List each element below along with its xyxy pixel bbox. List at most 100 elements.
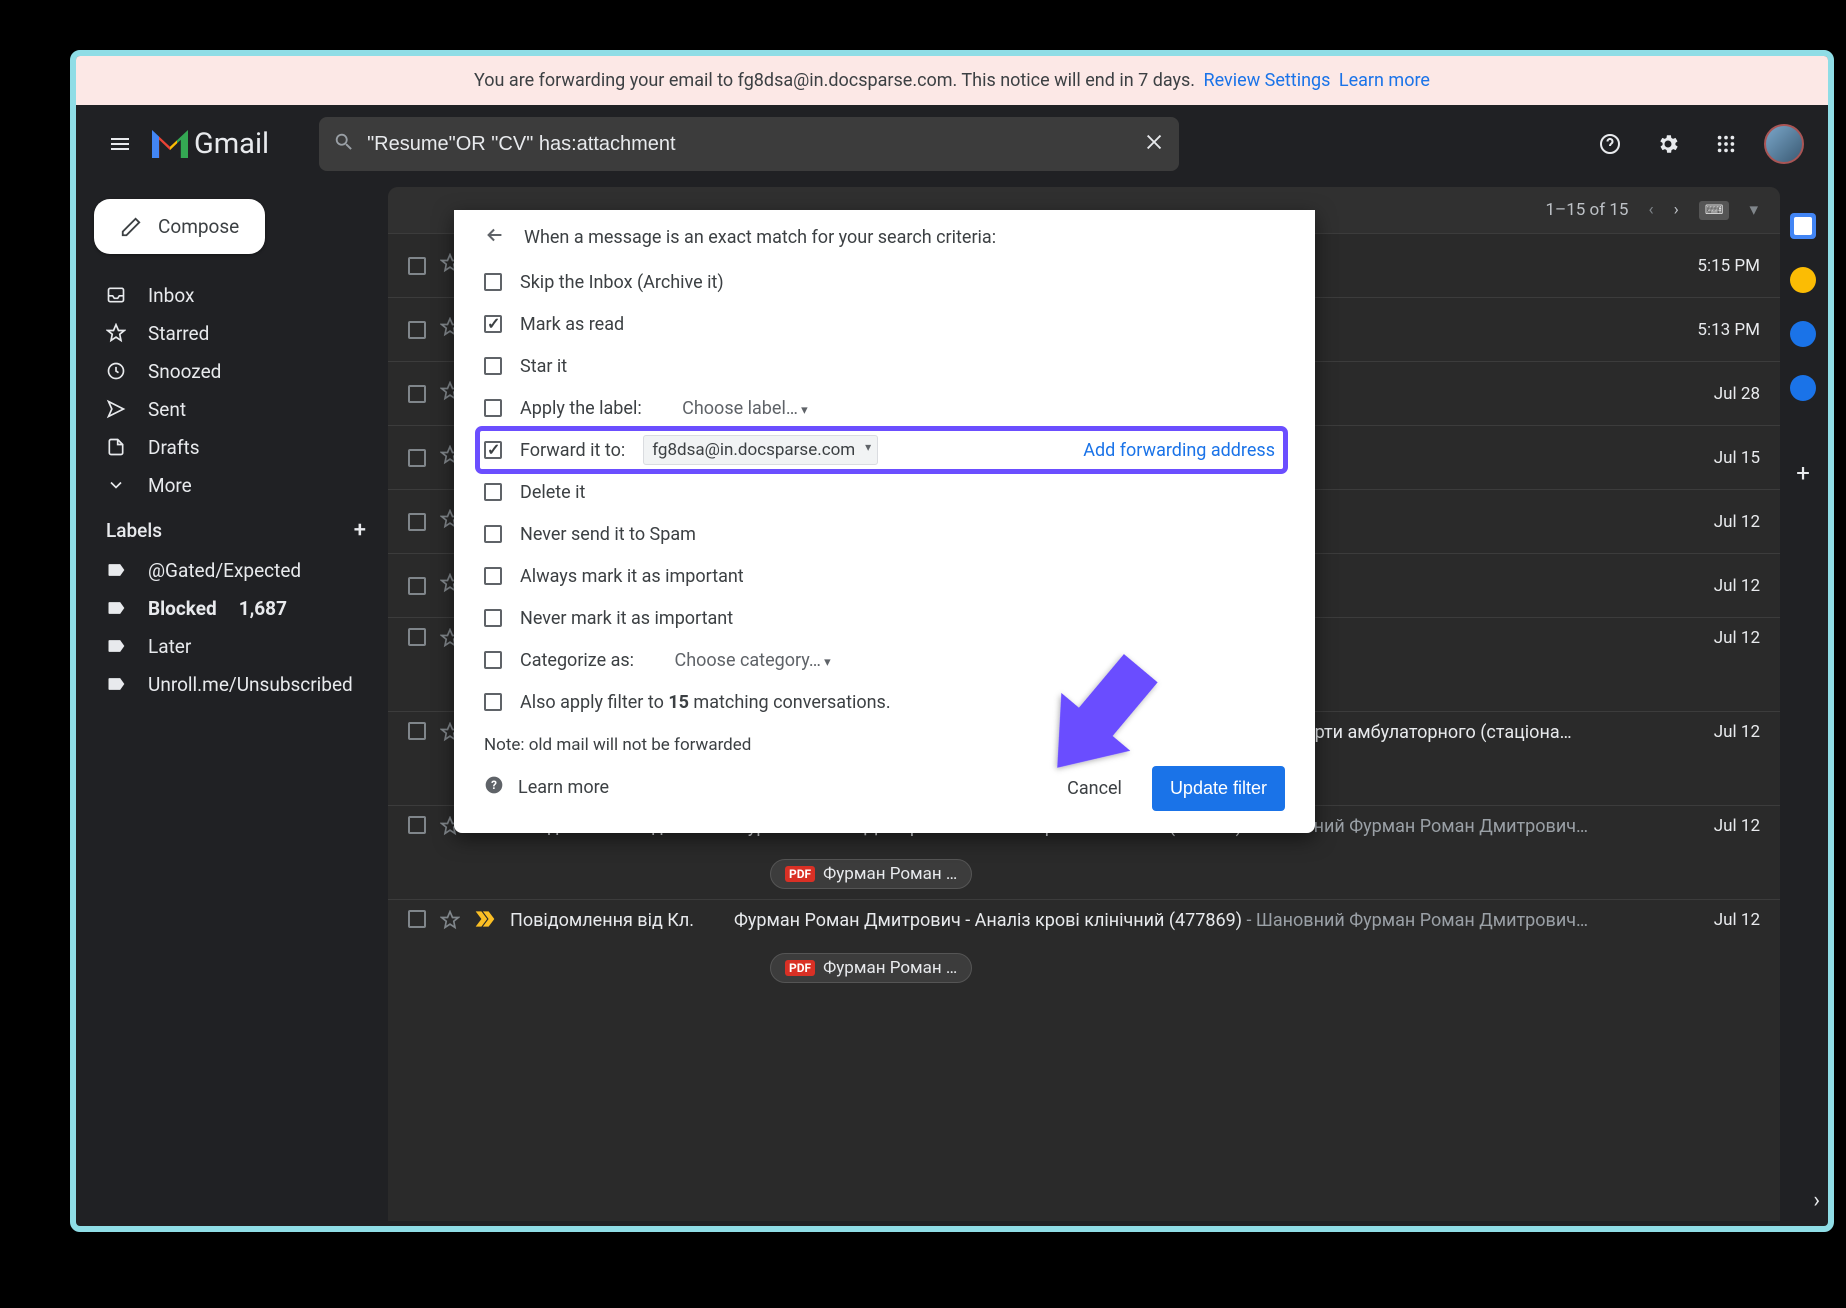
opt-forward: Forward it to:: [520, 440, 625, 461]
opt-mark-read: Mark as read: [520, 314, 624, 335]
svg-text:?: ?: [491, 778, 497, 792]
banner-learn-link[interactable]: Learn more: [1339, 70, 1430, 91]
row-checkbox[interactable]: [408, 577, 426, 595]
annotation-arrow-icon: [1019, 638, 1179, 798]
settings-gear-icon[interactable]: [1648, 124, 1688, 164]
search-input[interactable]: [367, 133, 1143, 156]
page-prev-icon[interactable]: ‹: [1648, 200, 1653, 220]
help-icon[interactable]: ?: [484, 775, 504, 800]
label-item[interactable]: @Gated/Expected: [90, 551, 388, 589]
email-date: Jul 28: [1680, 384, 1760, 404]
pdf-icon: PDF: [785, 866, 815, 882]
email-date: Jul 12: [1680, 910, 1760, 930]
search-icon[interactable]: [333, 131, 355, 157]
nav-drafts[interactable]: Drafts: [90, 428, 388, 466]
nav-snoozed-label: Snoozed: [148, 360, 221, 383]
nav-sent[interactable]: Sent: [90, 390, 388, 428]
checkbox-delete[interactable]: [484, 483, 502, 501]
label-icon: [106, 674, 126, 694]
email-date: Jul 12: [1680, 512, 1760, 532]
row-checkbox[interactable]: [408, 321, 426, 339]
nav-snoozed[interactable]: Snoozed: [90, 352, 388, 390]
opt-skip-inbox: Skip the Inbox (Archive it): [520, 272, 724, 293]
email-row[interactable]: Повідомлення від Кл.Фурман Роман Дмитров…: [388, 899, 1780, 993]
checkbox-apply-label[interactable]: [484, 399, 502, 417]
filter-back-icon[interactable]: [484, 224, 506, 251]
attachment-chip[interactable]: PDFФурман Роман …: [770, 953, 972, 983]
attachment-chip[interactable]: PDFФурман Роман …: [770, 859, 972, 889]
row-checkbox[interactable]: [408, 628, 426, 646]
labels-header: Labels: [106, 519, 162, 542]
clear-search-icon[interactable]: [1143, 131, 1165, 157]
label-name: Later: [148, 635, 191, 658]
banner-text: You are forwarding your email to fg8dsa@…: [474, 70, 1195, 91]
checkbox-skip-inbox[interactable]: [484, 273, 502, 291]
input-tool-caret-icon[interactable]: ▾: [1749, 200, 1758, 220]
compose-button[interactable]: Compose: [94, 199, 265, 254]
pdf-icon: PDF: [785, 960, 815, 976]
email-date: Jul 12: [1680, 816, 1760, 836]
apply-label-select[interactable]: Choose label…: [682, 398, 807, 419]
filter-title: When a message is an exact match for you…: [524, 227, 996, 248]
filter-panel: When a message is an exact match for you…: [454, 210, 1315, 833]
star-icon[interactable]: [440, 910, 460, 935]
forward-address-select[interactable]: fg8dsa@in.docsparse.com: [643, 435, 878, 465]
row-checkbox[interactable]: [408, 449, 426, 467]
opt-also-apply: Also apply filter to 15 matching convers…: [520, 692, 891, 713]
row-checkbox[interactable]: [408, 385, 426, 403]
checkbox-forward[interactable]: [484, 441, 502, 459]
keep-app-icon[interactable]: [1790, 267, 1816, 293]
tasks-app-icon[interactable]: [1790, 321, 1816, 347]
checkbox-categorize[interactable]: [484, 651, 502, 669]
opt-never-important: Never mark it as important: [520, 608, 733, 629]
add-forwarding-address-link[interactable]: Add forwarding address: [1083, 440, 1275, 461]
checkbox-mark-read[interactable]: [484, 315, 502, 333]
support-icon[interactable]: [1590, 124, 1630, 164]
checkbox-also-apply[interactable]: [484, 693, 502, 711]
calendar-app-icon[interactable]: [1790, 213, 1816, 239]
label-name: Blocked: [148, 597, 217, 620]
page-next-icon[interactable]: ›: [1674, 200, 1679, 220]
nav-inbox-label: Inbox: [148, 284, 194, 307]
opt-star-it: Star it: [520, 356, 567, 377]
input-tool-badge[interactable]: ⌨: [1699, 201, 1730, 220]
checkbox-always-important[interactable]: [484, 567, 502, 585]
opt-delete: Delete it: [520, 482, 585, 503]
nav-more[interactable]: More: [90, 466, 388, 504]
opt-always-important: Always mark it as important: [520, 566, 744, 587]
opt-categorize: Categorize as:: [520, 650, 634, 671]
nav-inbox[interactable]: Inbox: [90, 276, 388, 314]
filter-learn-more[interactable]: Learn more: [518, 777, 609, 798]
label-icon: [106, 598, 126, 618]
label-icon: [106, 560, 126, 580]
apps-grid-icon[interactable]: [1706, 124, 1746, 164]
row-checkbox[interactable]: [408, 513, 426, 531]
topbar: Gmail: [76, 105, 1828, 183]
account-avatar[interactable]: [1764, 124, 1804, 164]
email-date: Jul 12: [1680, 628, 1760, 648]
search-bar[interactable]: [319, 117, 1179, 171]
checkbox-never-important[interactable]: [484, 609, 502, 627]
checkbox-never-spam[interactable]: [484, 525, 502, 543]
gmail-logo[interactable]: Gmail: [152, 127, 269, 161]
row-checkbox[interactable]: [408, 257, 426, 275]
contacts-app-icon[interactable]: [1790, 375, 1816, 401]
row-checkbox[interactable]: [408, 910, 426, 928]
row-checkbox[interactable]: [408, 816, 426, 834]
label-item[interactable]: Later: [90, 627, 388, 665]
label-item[interactable]: Blocked1,687: [90, 589, 388, 627]
add-addon-button[interactable]: +: [1796, 459, 1810, 487]
banner-review-link[interactable]: Review Settings: [1204, 70, 1331, 91]
side-panel-toggle-icon[interactable]: ›: [1813, 1188, 1820, 1213]
email-date: Jul 12: [1680, 576, 1760, 596]
gmail-m-icon: [152, 130, 188, 158]
nav-starred[interactable]: Starred: [90, 314, 388, 352]
importance-icon[interactable]: [474, 910, 496, 933]
main-menu-button[interactable]: [100, 124, 140, 164]
checkbox-star-it[interactable]: [484, 357, 502, 375]
categorize-select[interactable]: Choose category…: [675, 650, 831, 671]
row-checkbox[interactable]: [408, 722, 426, 740]
add-label-button[interactable]: +: [354, 518, 366, 543]
nav-sent-label: Sent: [148, 398, 186, 421]
label-item[interactable]: Unroll.me/Unsubscribed: [90, 665, 388, 703]
